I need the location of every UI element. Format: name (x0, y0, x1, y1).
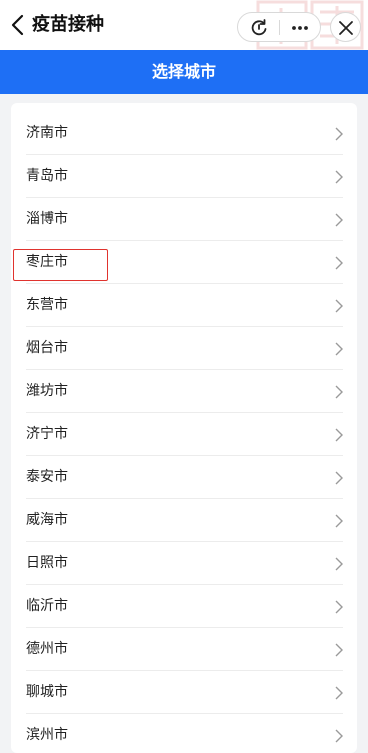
app-title: 疫苗接种 (32, 14, 104, 35)
city-label: 滨州市 (26, 727, 68, 743)
chevron-right-icon (335, 643, 343, 657)
chevron-right-icon (335, 385, 343, 399)
city-item-weifang[interactable]: 潍坊市 (11, 370, 357, 413)
page-header: 选择城市 (0, 50, 368, 94)
chevron-right-icon (335, 600, 343, 614)
city-label: 东营市 (26, 297, 68, 313)
city-label: 德州市 (26, 641, 68, 657)
top-navigation-bar: 疫苗接种 (0, 0, 368, 50)
city-label: 潍坊市 (26, 383, 68, 399)
city-item-zaozhuang[interactable]: 枣庄市 (11, 241, 357, 284)
city-label: 日照市 (26, 555, 68, 571)
capsule-divider (279, 20, 280, 35)
chevron-right-icon (335, 514, 343, 528)
chevron-right-icon (335, 213, 343, 227)
city-label: 聊城市 (26, 684, 68, 700)
city-label: 济宁市 (26, 426, 68, 442)
city-item-linyi[interactable]: 临沂市 (11, 585, 357, 628)
city-item-jining[interactable]: 济宁市 (11, 413, 357, 456)
city-item-liaocheng[interactable]: 聊城市 (11, 671, 357, 714)
city-list: 济南市 青岛市 淄博市 枣庄市 东营市 烟台市 潍坊市 济宁市 泰安市 威海市 … (11, 103, 357, 753)
city-item-jinan[interactable]: 济南市 (11, 112, 357, 155)
refresh-icon[interactable] (249, 18, 269, 38)
chevron-right-icon (335, 299, 343, 313)
back-chevron-icon[interactable] (8, 13, 28, 37)
close-button[interactable] (330, 12, 361, 42)
city-label: 泰安市 (26, 469, 68, 485)
city-label: 临沂市 (26, 598, 68, 614)
city-item-zibo[interactable]: 淄博市 (11, 198, 357, 241)
chevron-right-icon (335, 256, 343, 270)
mini-program-capsule (237, 12, 321, 42)
city-item-dongying[interactable]: 东营市 (11, 284, 357, 327)
city-item-binzhou[interactable]: 滨州市 (11, 714, 357, 753)
chevron-right-icon (335, 170, 343, 184)
chevron-right-icon (335, 557, 343, 571)
city-item-yantai[interactable]: 烟台市 (11, 327, 357, 370)
chevron-right-icon (335, 471, 343, 485)
city-item-dezhou[interactable]: 德州市 (11, 628, 357, 671)
city-label: 淄博市 (26, 211, 68, 227)
city-item-rizhao[interactable]: 日照市 (11, 542, 357, 585)
chevron-right-icon (335, 729, 343, 743)
chevron-right-icon (335, 428, 343, 442)
city-label: 青岛市 (26, 168, 68, 184)
city-label: 济南市 (26, 125, 68, 141)
city-item-qingdao[interactable]: 青岛市 (11, 155, 357, 198)
city-label: 威海市 (26, 512, 68, 528)
more-dots-icon[interactable] (289, 18, 311, 38)
city-label: 烟台市 (26, 340, 68, 356)
city-item-weihai[interactable]: 威海市 (11, 499, 357, 542)
chevron-right-icon (335, 342, 343, 356)
city-item-taian[interactable]: 泰安市 (11, 456, 357, 499)
chevron-right-icon (335, 686, 343, 700)
close-icon (339, 21, 353, 35)
city-label: 枣庄市 (26, 254, 68, 270)
chevron-right-icon (335, 127, 343, 141)
